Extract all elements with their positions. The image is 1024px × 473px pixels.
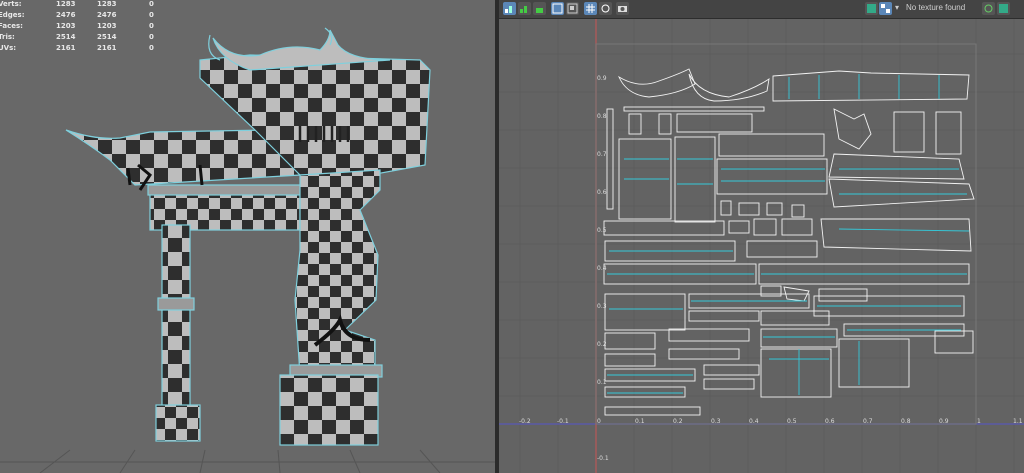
- y-tick-label: 0.4: [597, 265, 607, 272]
- image-view-icon[interactable]: [865, 2, 878, 15]
- uv-stack-icon[interactable]: [533, 2, 546, 15]
- uv-flip-icon[interactable]: [551, 2, 564, 15]
- x-tick-label: 1: [977, 418, 981, 425]
- x-tick-label: -0.1: [557, 418, 569, 425]
- uv-toolbar: ▾ No texture found: [499, 0, 1024, 19]
- uv-shells[interactable]: [603, 68, 975, 416]
- y-tick-label: -0.1: [597, 455, 609, 462]
- floor-grid: [0, 449, 495, 473]
- 3d-viewport[interactable]: Verts: 1283 1283 0 Edges: 2476 2476 0 Fa…: [0, 0, 495, 473]
- x-tick-label: -0.2: [519, 418, 531, 425]
- x-tick-label: 0: [597, 418, 601, 425]
- chevron-down-icon[interactable]: ▾: [895, 3, 899, 12]
- uv-select-icon[interactable]: [566, 2, 579, 15]
- x-tick-label: 0.6: [825, 418, 835, 425]
- x-tick-label: 0.2: [673, 418, 683, 425]
- x-tick-label: 0.7: [863, 418, 873, 425]
- x-tick-label: 0.3: [711, 418, 721, 425]
- x-tick-label: 0.5: [787, 418, 797, 425]
- uv-pivot-icon[interactable]: [599, 2, 612, 15]
- uv-grid-icon[interactable]: [584, 2, 597, 15]
- gate-mesh[interactable]: [65, 27, 431, 446]
- x-tick-label: 0.8: [901, 418, 911, 425]
- y-tick-label: 0.8: [597, 113, 607, 120]
- y-tick-label: 0.5: [597, 227, 607, 234]
- x-tick-label: 0.4: [749, 418, 759, 425]
- uv-grid: [499, 19, 1024, 473]
- uv-refresh-icon[interactable]: [982, 2, 995, 15]
- checker-icon[interactable]: [879, 2, 892, 15]
- uv-shell-icon[interactable]: [503, 2, 516, 15]
- uv-canvas[interactable]: -0.2 -0.1 0 0.1 0.2 0.3 0.4 0.5 0.6 0.7 …: [499, 19, 1024, 473]
- y-tick-label: 0.7: [597, 151, 607, 158]
- uv-distort-icon[interactable]: [518, 2, 531, 15]
- y-tick-label: 0.9: [597, 75, 607, 82]
- texture-status: No texture found: [906, 3, 966, 12]
- uv-axis-labels: -0.2 -0.1 0 0.1 0.2 0.3 0.4 0.5 0.6 0.7 …: [519, 75, 1023, 462]
- uv-editor-panel[interactable]: ▾ No texture found -0.2 -0.1 0 0.1 0.2 0…: [499, 0, 1024, 473]
- uv-image-icon[interactable]: [997, 2, 1010, 15]
- x-tick-label: 0.1: [635, 418, 645, 425]
- x-tick-label: 1.1: [1013, 418, 1023, 425]
- y-tick-label: 0.6: [597, 189, 607, 196]
- uv-snapshot-icon[interactable]: [616, 2, 629, 15]
- x-tick-label: 0.9: [939, 418, 949, 425]
- gate-model[interactable]: [0, 0, 495, 473]
